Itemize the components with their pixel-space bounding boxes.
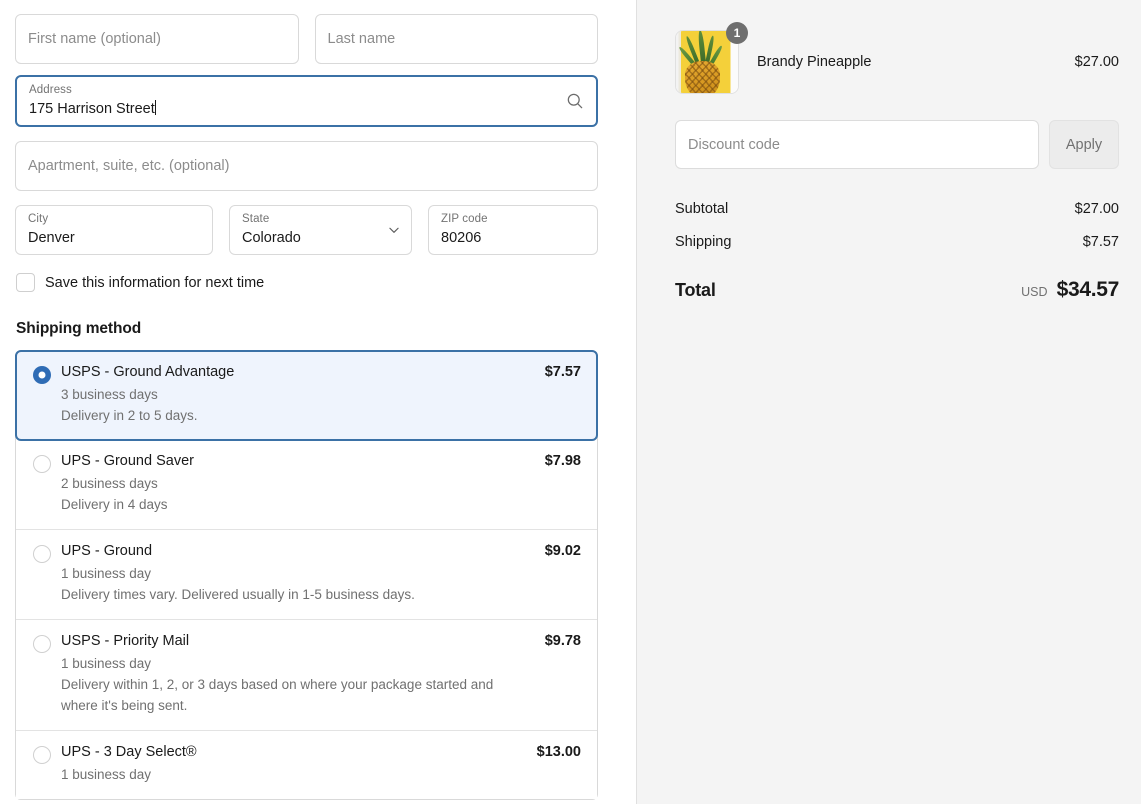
first-name-field[interactable]: First name (optional): [15, 14, 299, 64]
address-field[interactable]: Address 175 Harrison Street: [15, 75, 598, 127]
shipping-option-description: Delivery times vary. Delivered usually i…: [61, 584, 531, 605]
shipping-option-price: $9.78: [529, 632, 581, 651]
currency-label: USD: [1021, 285, 1047, 299]
shipping-option-price: $9.02: [529, 542, 581, 561]
shipping-option-price: $13.00: [521, 743, 581, 762]
shipping-option-name: UPS - Ground Saver: [61, 452, 194, 471]
discount-row: Apply: [675, 120, 1119, 169]
first-name-placeholder: First name (optional): [28, 30, 161, 48]
apartment-field[interactable]: Apartment, suite, etc. (optional): [15, 141, 598, 191]
radio-button[interactable]: [33, 455, 51, 473]
shipping-option-price: $7.98: [529, 452, 581, 471]
shipping-option-row[interactable]: UPS - Ground Saver $7.98 2 business days…: [16, 440, 597, 530]
subtotal-row: Subtotal $27.00: [675, 201, 1119, 217]
state-label: State: [242, 213, 269, 226]
shipping-option-name: UPS - Ground: [61, 542, 152, 561]
radio-button[interactable]: [33, 545, 51, 563]
chevron-down-icon: [387, 223, 401, 237]
shipping-option-description: Delivery within 1, 2, or 3 days based on…: [61, 674, 531, 716]
shipping-total-label: Shipping: [675, 234, 731, 250]
shipping-option-row[interactable]: UPS - 3 Day Select® $13.00 1 business da…: [16, 731, 597, 799]
radio-button[interactable]: [33, 746, 51, 764]
shipping-option-eta: 3 business days: [61, 384, 531, 405]
grand-total-label: Total: [675, 280, 716, 301]
shipping-total-row: Shipping $7.57: [675, 234, 1119, 250]
search-icon[interactable]: [565, 91, 585, 111]
name-row: First name (optional) Last name: [15, 14, 598, 64]
subtotal-value: $27.00: [1075, 201, 1119, 217]
order-line-item: 1 Brandy Pineapple $27.00: [675, 30, 1119, 94]
checkout-page: First name (optional) Last name Address …: [0, 0, 1141, 804]
shipping-option-eta: 2 business days: [61, 473, 531, 494]
address-value-wrap: 175 Harrison Street: [29, 100, 156, 118]
shipping-option-description: Delivery in 2 to 5 days.: [61, 405, 531, 426]
shipping-option-head: UPS - 3 Day Select® $13.00: [61, 743, 581, 762]
order-summary-panel: 1 Brandy Pineapple $27.00 Apply Subtotal…: [636, 0, 1141, 804]
shipping-option-head: USPS - Ground Advantage $7.57: [61, 363, 581, 382]
shipping-option-name: USPS - Priority Mail: [61, 632, 189, 651]
save-info-row[interactable]: Save this information for next time: [16, 273, 598, 292]
quantity-badge: 1: [726, 22, 748, 44]
state-select[interactable]: State Colorado: [229, 205, 412, 255]
apartment-placeholder: Apartment, suite, etc. (optional): [28, 157, 230, 175]
subtotal-label: Subtotal: [675, 201, 728, 217]
shipping-option-eta: 1 business day: [61, 563, 531, 584]
zip-label: ZIP code: [441, 213, 488, 226]
address-label: Address: [29, 84, 72, 97]
shipping-method-list: USPS - Ground Advantage $7.57 3 business…: [15, 350, 598, 800]
address-value: 175 Harrison Street: [29, 101, 155, 117]
form-inner: First name (optional) Last name Address …: [15, 14, 598, 800]
shipping-option-name: UPS - 3 Day Select®: [61, 743, 197, 762]
last-name-field[interactable]: Last name: [315, 14, 599, 64]
apply-discount-button[interactable]: Apply: [1049, 120, 1119, 169]
product-thumbnail-wrap: 1: [675, 30, 739, 94]
shipping-option-name: USPS - Ground Advantage: [61, 363, 234, 382]
shipping-option-eta: 1 business day: [61, 764, 531, 785]
city-label: City: [28, 213, 48, 226]
save-info-checkbox[interactable]: [16, 273, 35, 292]
shipping-total-value: $7.57: [1083, 234, 1119, 250]
radio-button[interactable]: [33, 366, 51, 384]
text-caret: [155, 100, 156, 115]
city-field[interactable]: City Denver: [15, 205, 213, 255]
product-name: Brandy Pineapple: [757, 53, 1057, 72]
grand-total-row: Total USD $34.57: [675, 278, 1119, 302]
shipping-option-description: Delivery in 4 days: [61, 494, 531, 515]
shipping-option-head: USPS - Priority Mail $9.78: [61, 632, 581, 651]
grand-total-value: $34.57: [1057, 278, 1119, 302]
shipping-option-head: UPS - Ground Saver $7.98: [61, 452, 581, 471]
radio-button[interactable]: [33, 635, 51, 653]
shipping-option-row[interactable]: UPS - Ground $9.02 1 business day Delive…: [16, 530, 597, 620]
state-value: Colorado: [242, 229, 301, 247]
pineapple-leaf-icon: [697, 30, 705, 63]
save-info-label: Save this information for next time: [45, 274, 264, 292]
grand-total-right: USD $34.57: [1021, 278, 1119, 302]
pineapple-body-icon: [685, 61, 720, 94]
zip-field[interactable]: ZIP code 80206: [428, 205, 598, 255]
product-price: $27.00: [1075, 53, 1119, 72]
zip-value: 80206: [441, 229, 481, 247]
discount-code-input[interactable]: [675, 120, 1039, 169]
shipping-option-row[interactable]: USPS - Priority Mail $9.78 1 business da…: [16, 620, 597, 731]
city-value: Denver: [28, 229, 75, 247]
city-state-zip-row: City Denver State Colorado ZIP code 8020…: [15, 205, 598, 255]
shipping-option-price: $7.57: [529, 363, 581, 382]
last-name-placeholder: Last name: [328, 30, 396, 48]
shipping-option-head: UPS - Ground $9.02: [61, 542, 581, 561]
shipping-option-row[interactable]: USPS - Ground Advantage $7.57 3 business…: [15, 350, 598, 441]
totals-section: Subtotal $27.00 Shipping $7.57 Total USD…: [675, 201, 1119, 302]
shipping-form-panel: First name (optional) Last name Address …: [0, 0, 636, 804]
shipping-option-eta: 1 business day: [61, 653, 531, 674]
shipping-method-heading: Shipping method: [16, 320, 598, 338]
